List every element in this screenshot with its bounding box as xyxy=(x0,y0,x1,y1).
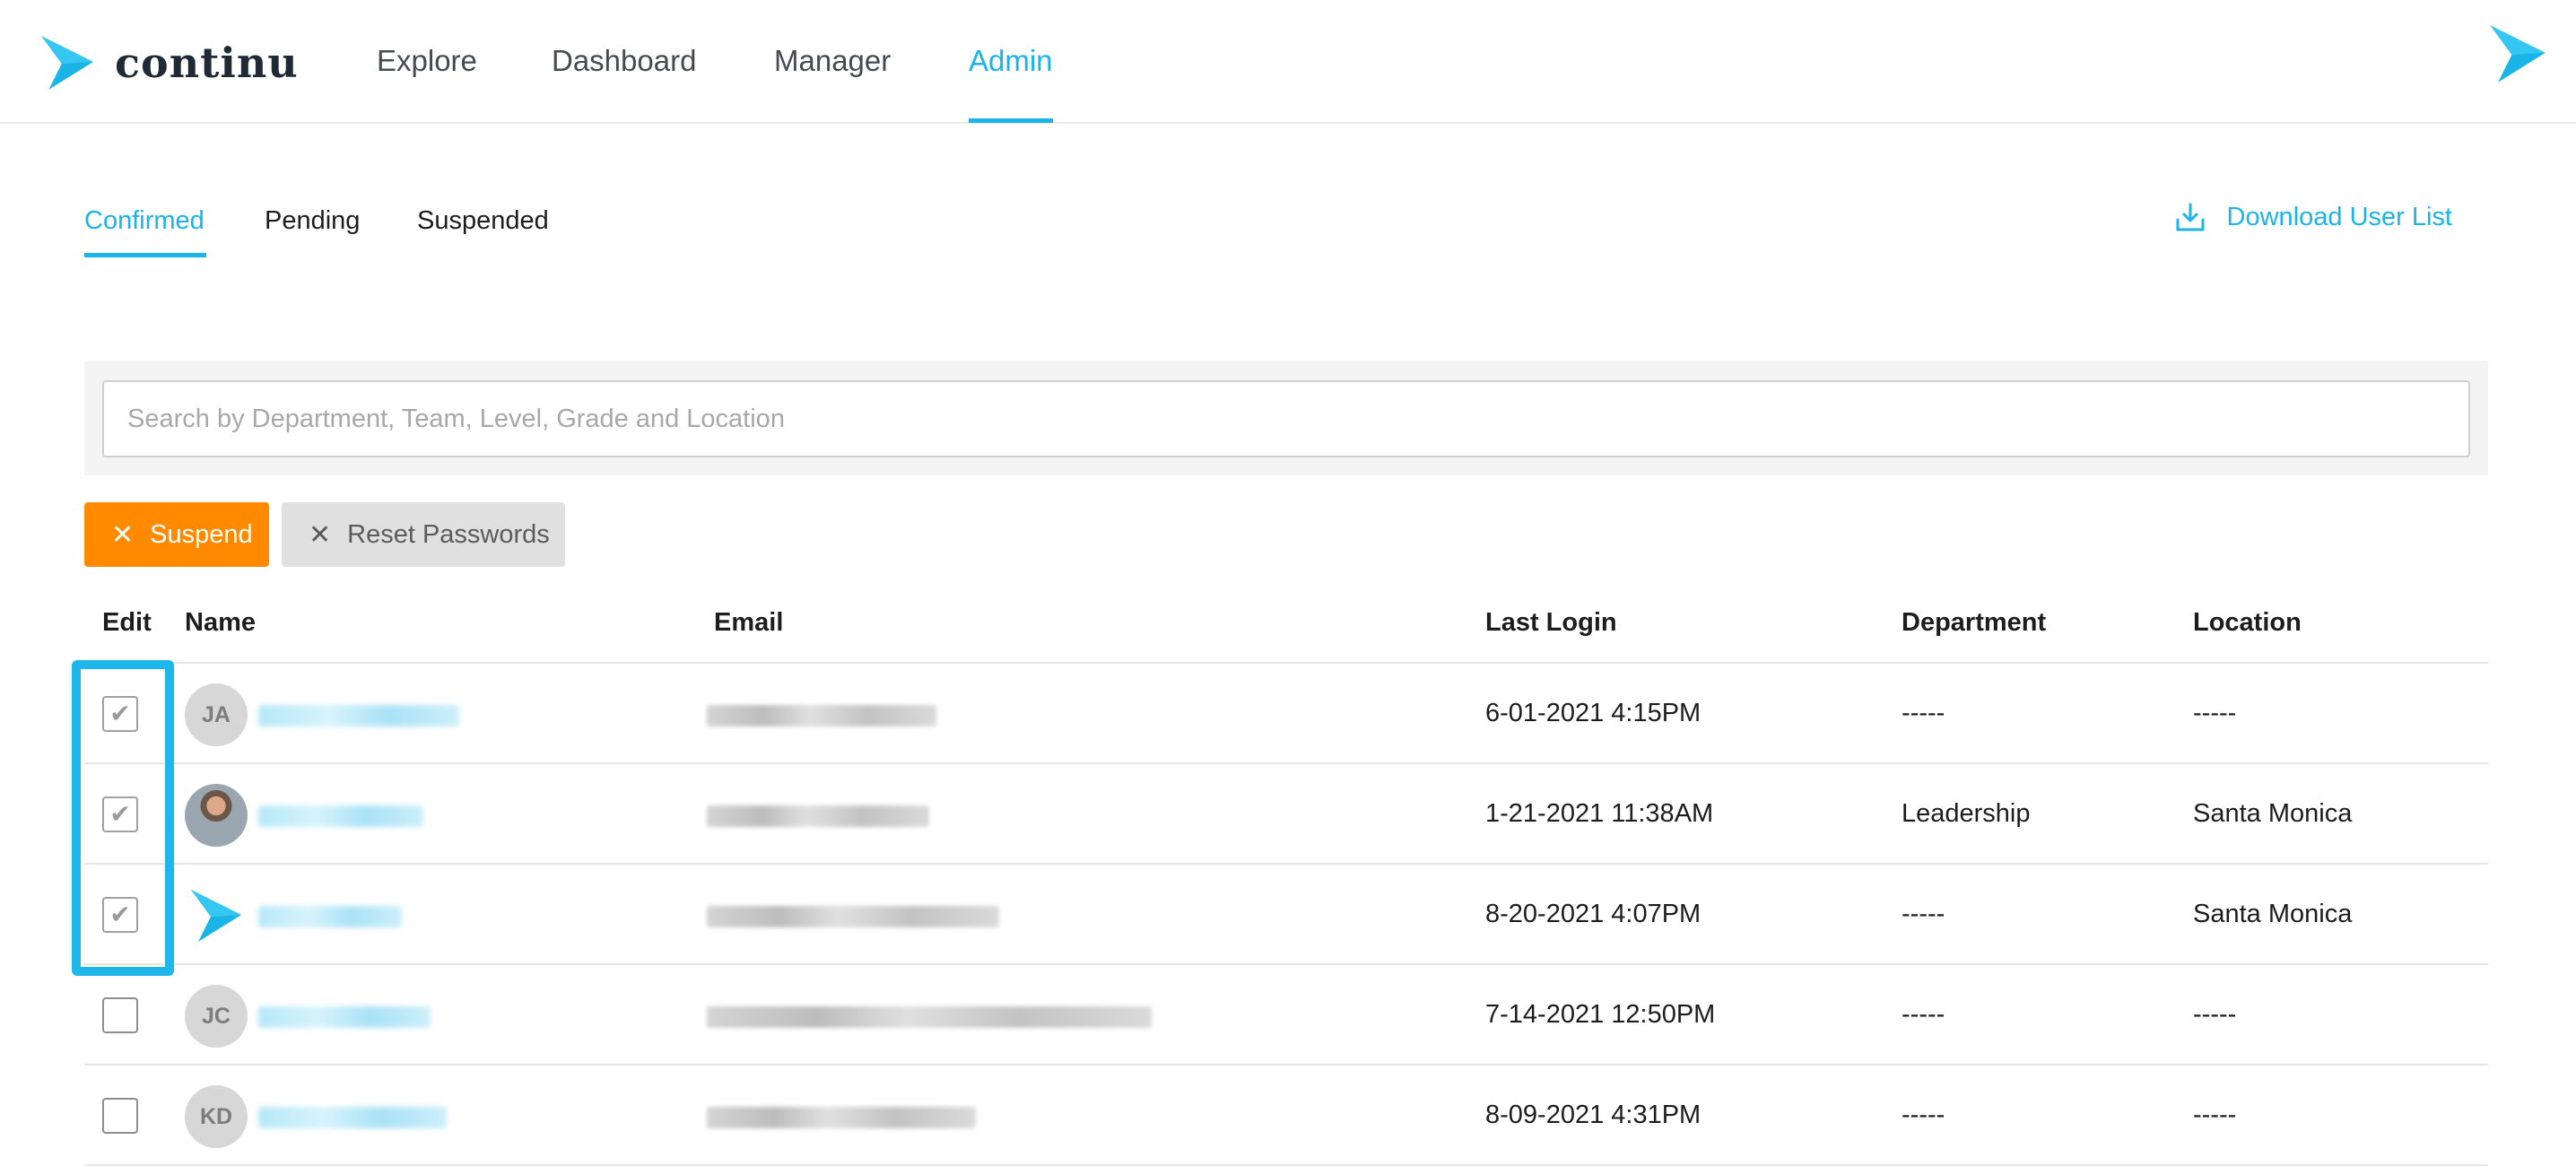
nav-admin[interactable]: Admin xyxy=(969,39,1053,83)
department-cell: ----- xyxy=(1902,999,1945,1029)
department-cell: ----- xyxy=(1902,698,1945,727)
redacted-email xyxy=(707,906,999,927)
table-row: ✔ 1-21-2021 11:38AM Leadership Santa Mon… xyxy=(84,764,2488,865)
column-header-last-login[interactable]: Last Login xyxy=(1485,605,1617,640)
corner-arrow-icon[interactable] xyxy=(2488,23,2547,84)
suspend-button[interactable]: ✕ Suspend xyxy=(84,502,269,567)
location-cell: ----- xyxy=(2193,698,2237,727)
location-cell: ----- xyxy=(2193,1100,2237,1129)
tab-active-indicator xyxy=(84,253,206,257)
brand-name: continu xyxy=(115,39,299,87)
last-login-cell: 7-14-2021 12:50PM xyxy=(1485,999,1716,1029)
column-header-location[interactable]: Location xyxy=(2193,605,2302,640)
tab-suspended[interactable]: Suspended xyxy=(417,203,549,239)
department-cell: ----- xyxy=(1902,899,1945,928)
download-user-list-link[interactable]: Download User List xyxy=(2175,199,2452,235)
row-checkbox[interactable] xyxy=(102,1098,138,1134)
redacted-name[interactable] xyxy=(258,1006,431,1028)
avatar xyxy=(185,784,248,847)
location-cell: Santa Monica xyxy=(2193,899,2353,928)
tab-confirmed[interactable]: Confirmed xyxy=(84,203,205,239)
column-header-email[interactable]: Email xyxy=(714,605,783,640)
continu-logo[interactable]: continu xyxy=(39,32,299,93)
avatar xyxy=(185,884,248,947)
avatar: KD xyxy=(185,1085,248,1148)
close-icon: ✕ xyxy=(309,519,332,550)
last-login-cell: 8-09-2021 4:31PM xyxy=(1485,1100,1701,1129)
last-login-cell: 8-20-2021 4:07PM xyxy=(1485,899,1701,928)
last-login-cell: 6-01-2021 4:15PM xyxy=(1485,698,1701,727)
close-icon: ✕ xyxy=(111,519,135,550)
redacted-name[interactable] xyxy=(258,805,423,827)
search-panel xyxy=(84,361,2488,475)
column-header-edit: Edit xyxy=(102,608,152,637)
download-icon xyxy=(2176,203,2205,231)
top-navigation: continu Explore Dashboard Manager Admin xyxy=(0,0,2576,124)
nav-explore[interactable]: Explore xyxy=(377,39,477,83)
redacted-email xyxy=(707,1006,1152,1028)
table-row: ✔ JA 6-01-2021 4:15PM ----- ----- xyxy=(84,664,2488,764)
table-row: ✔ 8-20-2021 4:07PM ----- Santa Monica xyxy=(84,865,2488,965)
column-header-name[interactable]: Name xyxy=(185,605,256,640)
search-input[interactable] xyxy=(102,380,2470,457)
redacted-name[interactable] xyxy=(258,906,402,927)
column-header-department[interactable]: Department xyxy=(1902,605,2046,640)
department-cell: ----- xyxy=(1902,1100,1945,1129)
nav-active-indicator xyxy=(969,118,1053,123)
row-checkbox[interactable] xyxy=(102,997,138,1033)
selection-highlight xyxy=(72,660,174,976)
department-cell: Leadership xyxy=(1902,798,2031,828)
avatar: JA xyxy=(185,683,248,746)
nav-manager[interactable]: Manager xyxy=(774,39,891,83)
continu-arrow-icon xyxy=(191,890,241,942)
table-row: JC 7-14-2021 12:50PM ----- ----- xyxy=(84,965,2488,1066)
table-row: KD 8-09-2021 4:31PM ----- ----- xyxy=(84,1066,2488,1166)
location-cell: Santa Monica xyxy=(2193,798,2353,828)
location-cell: ----- xyxy=(2193,999,2237,1029)
redacted-name[interactable] xyxy=(258,705,459,727)
redacted-email xyxy=(707,805,929,827)
tab-pending[interactable]: Pending xyxy=(265,203,360,239)
reset-passwords-button[interactable]: ✕ Reset Passwords xyxy=(282,502,565,567)
redacted-name[interactable] xyxy=(258,1107,447,1128)
download-label: Download User List xyxy=(2226,203,2452,231)
redacted-email xyxy=(707,1107,976,1128)
redacted-email xyxy=(707,705,936,727)
nav-dashboard[interactable]: Dashboard xyxy=(552,39,696,83)
avatar: JC xyxy=(185,985,248,1048)
last-login-cell: 1-21-2021 11:38AM xyxy=(1485,798,1714,828)
continu-arrow-icon xyxy=(41,36,93,90)
